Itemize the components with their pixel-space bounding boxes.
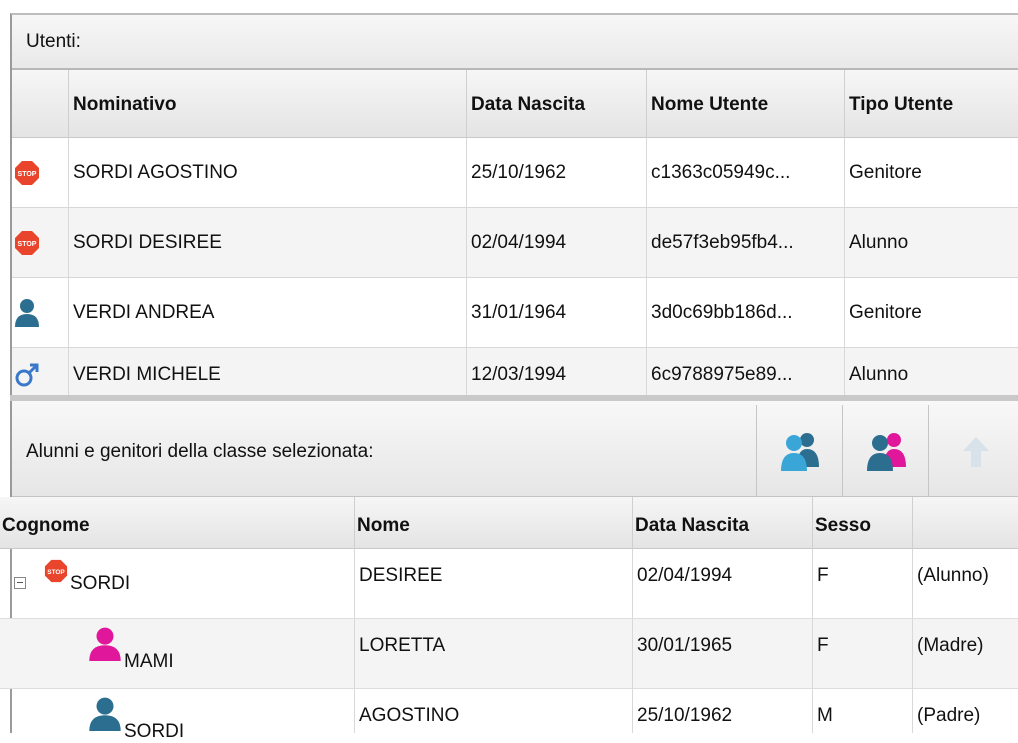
stop-icon: STOP: [15, 231, 39, 255]
male-symbol-icon: [15, 363, 39, 387]
table-row[interactable]: STOP SORDI DESIREE 02/04/1994 de57f3eb95…: [12, 208, 1018, 278]
header-sesso[interactable]: Sesso: [812, 497, 912, 549]
cell-sesso: F: [812, 619, 912, 688]
user-blue-icon: [89, 697, 121, 731]
header-nome-utente[interactable]: Nome Utente: [646, 70, 844, 138]
cell-cognome: SORDI: [124, 721, 185, 742]
cell-nominativo: VERDI MICHELE: [68, 348, 466, 402]
cell-tipo-utente: Alunno: [844, 348, 1018, 402]
users-panel: Utenti: Nominativo Data Nascita Nome Ute…: [10, 13, 1018, 402]
move-up-button[interactable]: [928, 405, 1018, 497]
arrow-up-icon: [963, 437, 989, 467]
cell-sesso: F: [812, 549, 912, 618]
cell-data-nascita: 30/01/1965: [632, 619, 812, 688]
users-parents-icon: [867, 433, 906, 471]
users-panel-title-bar: Utenti:: [12, 15, 1018, 70]
cell-nome: LORETTA: [354, 619, 632, 688]
cell-nominativo: SORDI DESIREE: [68, 208, 466, 277]
cell-ruolo: (Madre): [912, 619, 1018, 688]
cell-data-nascita: 02/04/1994: [632, 549, 812, 618]
cell-nome-utente: c1363c05949c...: [646, 138, 844, 207]
stop-icon: STOP: [15, 161, 39, 185]
cell-data-nascita: 12/03/1994: [466, 348, 646, 402]
cell-ruolo: (Padre): [912, 689, 1018, 733]
top-margin: [0, 0, 1018, 13]
users-panel-title: Utenti:: [26, 31, 81, 52]
header-ruolo[interactable]: [912, 497, 1018, 549]
stop-icon: STOP: [44, 559, 68, 583]
cell-ruolo: (Alunno): [912, 549, 1018, 618]
svg-text:STOP: STOP: [18, 241, 37, 248]
cell-data-nascita: 31/01/1964: [466, 278, 646, 347]
table-row[interactable]: VERDI MICHELE 12/03/1994 6c9788975e89...…: [12, 348, 1018, 402]
cell-tipo-utente: Alunno: [844, 208, 1018, 277]
class-panel-toolbar: Alunni e genitori della classe seleziona…: [12, 401, 1018, 497]
header-data-nascita[interactable]: Data Nascita: [466, 70, 646, 138]
header-nome[interactable]: Nome: [354, 497, 632, 549]
cell-nominativo: SORDI AGOSTINO: [68, 138, 466, 207]
header-data-nascita[interactable]: Data Nascita: [632, 497, 812, 549]
collapse-toggle-icon[interactable]: [14, 577, 26, 589]
cell-sesso: M: [812, 689, 912, 733]
add-students-button[interactable]: [756, 405, 842, 497]
cell-nome: AGOSTINO: [354, 689, 632, 733]
cell-data-nascita: 02/04/1994: [466, 208, 646, 277]
user-blue-icon: [15, 299, 39, 327]
header-tipo-utente[interactable]: Tipo Utente: [844, 70, 1018, 138]
cell-nome-utente: 6c9788975e89...: [646, 348, 844, 402]
add-parents-button[interactable]: [842, 405, 928, 497]
cell-cognome: MAMI: [124, 651, 174, 672]
table-row[interactable]: STOP SORDI AGOSTINO 25/10/1962 c1363c059…: [12, 138, 1018, 208]
cell-nominativo: VERDI ANDREA: [68, 278, 466, 347]
table-row[interactable]: VERDI ANDREA 31/01/1964 3d0c69bb186d... …: [12, 278, 1018, 348]
table-row[interactable]: MAMI LORETTA 30/01/1965 F (Madre): [0, 619, 1018, 689]
users-blue-icon: [781, 433, 819, 471]
cell-nome: DESIREE: [354, 549, 632, 618]
cell-cognome: SORDI: [70, 573, 131, 594]
cell-data-nascita: 25/10/1962: [632, 689, 812, 733]
cell-tipo-utente: Genitore: [844, 138, 1018, 207]
svg-text:STOP: STOP: [18, 171, 37, 178]
header-nominativo[interactable]: Nominativo: [68, 70, 466, 138]
users-table-header: Nominativo Data Nascita Nome Utente Tipo…: [12, 70, 1018, 138]
user-female-icon: [89, 627, 121, 661]
cell-nome-utente: 3d0c69bb186d...: [646, 278, 844, 347]
class-panel: Alunni e genitori della classe seleziona…: [0, 401, 1018, 742]
table-row[interactable]: SORDI AGOSTINO 25/10/1962 M (Padre): [0, 689, 1018, 742]
header-cognome[interactable]: Cognome: [0, 497, 354, 549]
class-table-header: Cognome Nome Data Nascita Sesso: [0, 497, 1018, 549]
class-panel-title: Alunni e genitori della classe seleziona…: [26, 441, 374, 462]
cell-data-nascita: 25/10/1962: [466, 138, 646, 207]
cell-nome-utente: de57f3eb95fb4...: [646, 208, 844, 277]
svg-text:STOP: STOP: [47, 569, 65, 576]
header-icon-column[interactable]: [12, 70, 68, 138]
cell-tipo-utente: Genitore: [844, 278, 1018, 347]
table-row[interactable]: STOP SORDI DESIREE 02/04/1994 F (Alunno): [0, 549, 1018, 619]
